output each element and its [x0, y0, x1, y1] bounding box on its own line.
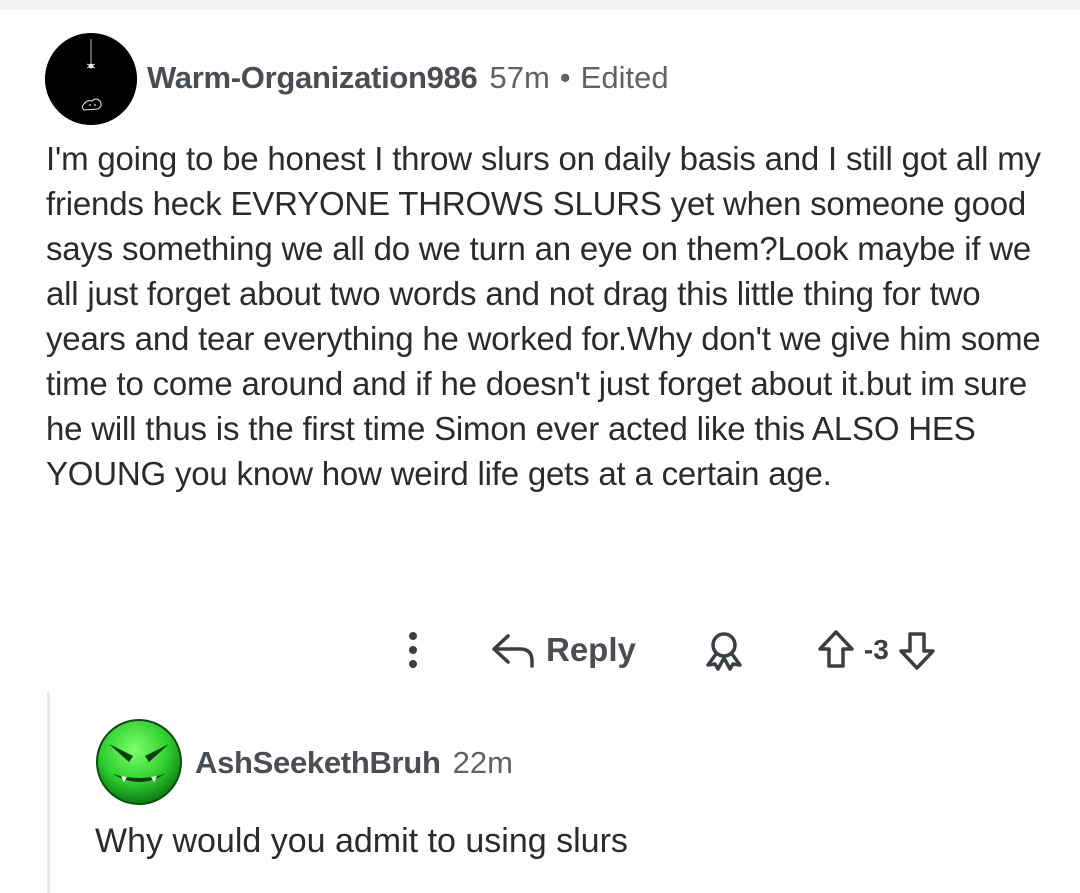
comment-body: I'm going to be honest I throw slurs on … — [46, 140, 1041, 492]
award-button[interactable] — [702, 628, 746, 672]
comment-time: 57m — [489, 60, 550, 95]
thread-line[interactable] — [47, 692, 50, 893]
reply-username[interactable]: AshSeekethBruh — [195, 745, 441, 781]
reply-arrow-icon — [492, 634, 534, 668]
vote-score: -3 — [863, 634, 889, 665]
more-options-button[interactable] — [406, 628, 420, 672]
top-divider — [0, 0, 1080, 10]
comment-username[interactable]: Warm-Organization986 — [147, 60, 478, 96]
user-avatar[interactable] — [45, 33, 137, 125]
comment-actions: Reply -3 — [400, 620, 937, 680]
spider-avatar-icon — [45, 33, 137, 125]
reply-user-avatar[interactable] — [95, 718, 183, 806]
reply-time: 22m — [452, 745, 513, 780]
upvote-arrow-icon[interactable] — [816, 628, 856, 672]
green-smiley-avatar-icon — [96, 719, 182, 805]
vote-controls: -3 — [816, 628, 937, 672]
meta-separator: • — [559, 60, 571, 95]
downvote-arrow-icon[interactable] — [897, 628, 937, 672]
edited-label: Edited — [580, 60, 669, 95]
award-icon — [706, 632, 742, 671]
more-vertical-icon — [409, 632, 417, 668]
reply-label: Reply — [546, 631, 636, 668]
reply-meta: AshSeekethBruh 22m — [195, 743, 513, 783]
reply-button[interactable]: Reply — [490, 630, 636, 670]
reply-body: Why would you admit to using slurs — [95, 822, 628, 860]
comment-meta: Warm-Organization986 57m • Edited — [147, 58, 669, 98]
